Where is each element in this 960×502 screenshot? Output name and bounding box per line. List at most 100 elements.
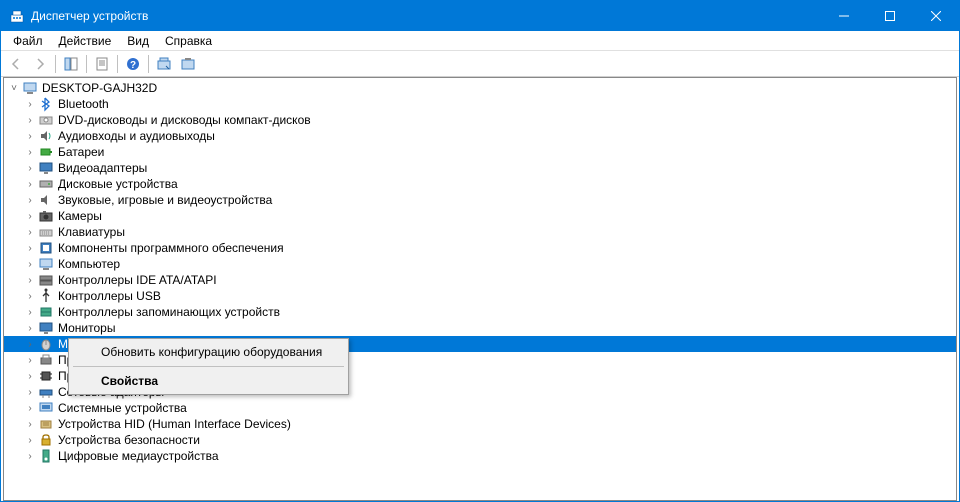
display-adapter-icon — [38, 160, 54, 176]
expand-icon[interactable]: › — [24, 290, 36, 302]
tree-item-label: Дисковые устройства — [58, 177, 178, 191]
scan-hardware-button[interactable] — [153, 53, 175, 75]
close-button[interactable] — [913, 1, 959, 31]
app-icon — [9, 8, 25, 24]
sound-icon — [38, 192, 54, 208]
back-button[interactable] — [5, 53, 27, 75]
tree-item-display-adapters[interactable]: › Видеоадаптеры — [4, 160, 956, 176]
tree-item-label: Компоненты программного обеспечения — [58, 241, 284, 255]
expand-icon[interactable]: › — [24, 114, 36, 126]
software-icon — [38, 240, 54, 256]
help-button[interactable]: ? — [122, 53, 144, 75]
collapse-icon[interactable]: ˅ — [8, 82, 20, 94]
expand-icon[interactable]: › — [24, 354, 36, 366]
disc-drive-icon — [38, 112, 54, 128]
tree-item-label: Клавиатуры — [58, 225, 125, 239]
tree-item-label: Батареи — [58, 145, 104, 159]
properties-button[interactable] — [91, 53, 113, 75]
tree-item-label: Аудиовходы и аудиовыходы — [58, 129, 215, 143]
camera-icon — [38, 208, 54, 224]
tree-root[interactable]: ˅ DESKTOP-GAJH32D — [4, 80, 956, 96]
expand-icon[interactable]: › — [24, 418, 36, 430]
tree-item-software-components[interactable]: › Компоненты программного обеспечения — [4, 240, 956, 256]
system-icon — [38, 400, 54, 416]
tree-item-portable-devices[interactable]: › Цифровые медиаустройства — [4, 448, 956, 464]
hid-icon — [38, 416, 54, 432]
tree-item-label: Цифровые медиаустройства — [58, 449, 219, 463]
tree-item-security-devices[interactable]: › Устройства безопасности — [4, 432, 956, 448]
menu-view[interactable]: Вид — [119, 32, 157, 50]
tree-item-hid[interactable]: › Устройства HID (Human Interface Device… — [4, 416, 956, 432]
network-icon — [38, 384, 54, 400]
expand-icon[interactable]: › — [24, 242, 36, 254]
expand-icon[interactable]: › — [24, 306, 36, 318]
expand-icon[interactable]: › — [24, 194, 36, 206]
tree-item-label: Контроллеры IDE ATA/ATAPI — [58, 273, 217, 287]
tree-item-label: DVD-дисководы и дисководы компакт-дисков — [58, 113, 311, 127]
expand-icon[interactable]: › — [24, 402, 36, 414]
tree-item-ide-controllers[interactable]: › Контроллеры IDE ATA/ATAPI — [4, 272, 956, 288]
forward-button[interactable] — [29, 53, 51, 75]
tree-item-label: Камеры — [58, 209, 102, 223]
refresh-button[interactable] — [177, 53, 199, 75]
tree-item-monitors[interactable]: › Мониторы — [4, 320, 956, 336]
minimize-button[interactable] — [821, 1, 867, 31]
tree-item-label: Компьютер — [58, 257, 120, 271]
tree-item-label: Контроллеры USB — [58, 289, 161, 303]
expand-icon[interactable]: › — [24, 338, 36, 350]
titlebar: Диспетчер устройств — [1, 1, 959, 31]
expand-icon[interactable]: › — [24, 178, 36, 190]
expand-icon[interactable]: › — [24, 162, 36, 174]
tree-item-label: Контроллеры запоминающих устройств — [58, 305, 280, 319]
menu-action[interactable]: Действие — [51, 32, 120, 50]
keyboard-icon — [38, 224, 54, 240]
expand-icon[interactable]: › — [24, 146, 36, 158]
computer-icon — [38, 256, 54, 272]
expand-icon[interactable]: › — [24, 98, 36, 110]
expand-icon[interactable]: › — [24, 130, 36, 142]
bluetooth-icon — [38, 96, 54, 112]
expand-icon[interactable]: › — [24, 258, 36, 270]
tree-item-disk-drives[interactable]: › Дисковые устройства — [4, 176, 956, 192]
show-hide-console-tree-button[interactable] — [60, 53, 82, 75]
security-icon — [38, 432, 54, 448]
expand-icon[interactable]: › — [24, 386, 36, 398]
tree-item-bluetooth[interactable]: › Bluetooth — [4, 96, 956, 112]
context-refresh-hardware[interactable]: Обновить конфигурацию оборудования — [71, 341, 346, 363]
tree-item-dvd[interactable]: › DVD-дисководы и дисководы компакт-диск… — [4, 112, 956, 128]
expand-icon[interactable]: › — [24, 322, 36, 334]
tree-item-usb-controllers[interactable]: › Контроллеры USB — [4, 288, 956, 304]
tree-item-computer[interactable]: › Компьютер — [4, 256, 956, 272]
expand-icon[interactable]: › — [24, 210, 36, 222]
menubar: Файл Действие Вид Справка — [1, 31, 959, 51]
expand-icon[interactable]: › — [24, 434, 36, 446]
expand-icon[interactable]: › — [24, 226, 36, 238]
cpu-icon — [38, 368, 54, 384]
expand-icon[interactable]: › — [24, 370, 36, 382]
menu-file[interactable]: Файл — [5, 32, 51, 50]
audio-icon — [38, 128, 54, 144]
tree-item-batteries[interactable]: › Батареи — [4, 144, 956, 160]
maximize-button[interactable] — [867, 1, 913, 31]
expand-icon[interactable]: › — [24, 450, 36, 462]
window-controls — [821, 1, 959, 31]
context-properties[interactable]: Свойства — [71, 370, 346, 392]
tree-item-system-devices[interactable]: › Системные устройства — [4, 400, 956, 416]
expand-icon[interactable]: › — [24, 274, 36, 286]
tree-item-label: Мониторы — [58, 321, 115, 335]
media-device-icon — [38, 448, 54, 464]
device-tree-panel[interactable]: ˅ DESKTOP-GAJH32D › Bluetooth › DVD-диск… — [3, 77, 957, 501]
window-title: Диспетчер устройств — [31, 9, 821, 23]
tree-item-audio-io[interactable]: › Аудиовходы и аудиовыходы — [4, 128, 956, 144]
mouse-icon — [38, 336, 54, 352]
tree-item-storage-controllers[interactable]: › Контроллеры запоминающих устройств — [4, 304, 956, 320]
toolbar-sep — [86, 55, 87, 73]
menu-help[interactable]: Справка — [157, 32, 220, 50]
svg-text:?: ? — [130, 60, 136, 71]
tree-item-cameras[interactable]: › Камеры — [4, 208, 956, 224]
tree-item-keyboards[interactable]: › Клавиатуры — [4, 224, 956, 240]
storage-icon — [38, 304, 54, 320]
tree-item-sound-video-game[interactable]: › Звуковые, игровые и видеоустройства — [4, 192, 956, 208]
toolbar: ? — [1, 51, 959, 77]
tree-item-label: Звуковые, игровые и видеоустройства — [58, 193, 272, 207]
